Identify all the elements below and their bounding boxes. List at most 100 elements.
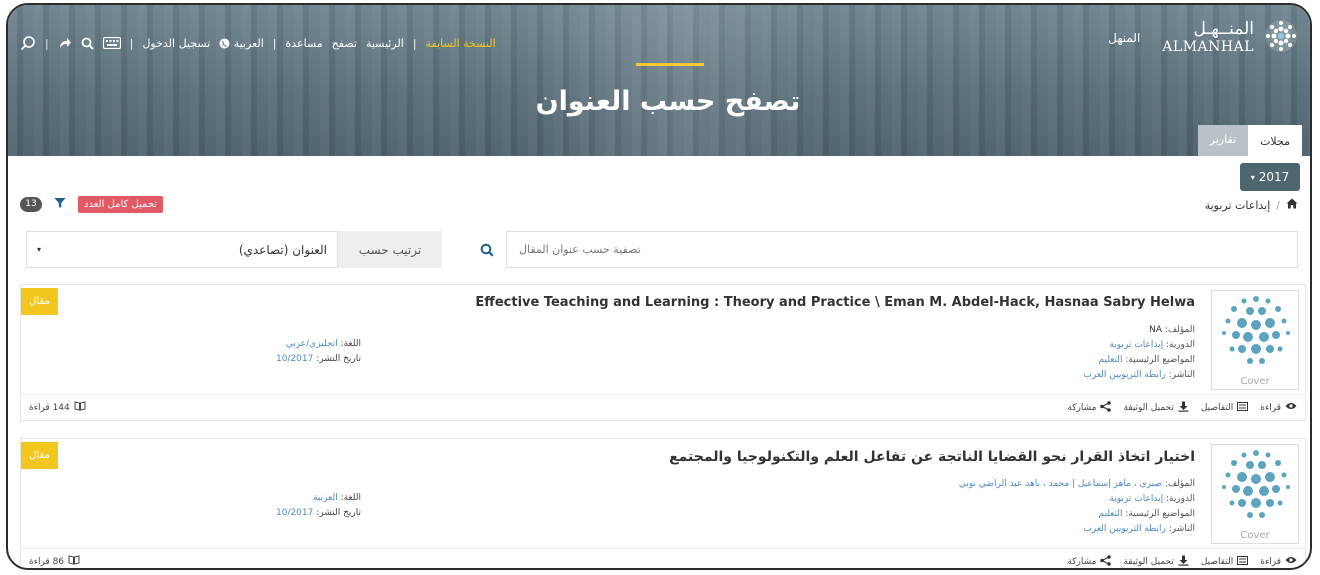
nav-login[interactable]: تسجيل الدخول [142,37,210,50]
nav-language[interactable]: العربية [219,37,264,50]
search-icon[interactable] [81,37,94,50]
nav-home[interactable]: الرئيسية [366,37,404,50]
language-row: اللغة: انجليزي/عربي [141,337,361,352]
home-icon[interactable] [1286,198,1298,212]
sort-value: العنوان (تصاعدي) [238,242,327,257]
journal-row: الدورية: إبداعات تربوية [675,492,1195,507]
caret-down-icon: ▾ [1250,172,1255,182]
details-icon [1237,401,1249,414]
download-button[interactable]: تحميل الوثيقة [1123,555,1189,569]
nav-previous-version[interactable]: النسخة السابقة [426,37,496,50]
keyboard-icon[interactable] [102,37,121,49]
read-count-value: 86 قراءة [29,556,65,567]
sort-select[interactable]: ▾ العنوان (تصاعدي) [26,231,338,268]
article-footer: 86 قراءة قراءة التفاصيل تحميل الوثيقة مش… [21,548,1305,569]
brand-home-link[interactable]: المنهل [1108,31,1140,45]
pubdate-link[interactable]: 10/2017 [276,508,313,518]
article-meta-secondary: اللغة: العربية تاريخ النشر: 10/2017 [141,491,361,521]
article-card: مقال Cover اختيار اتخاذ القرار نحو القضا… [20,438,1306,569]
cover-label: Cover [1240,376,1270,387]
article-cover-image[interactable]: Cover [1211,290,1299,390]
journal-label: الدورية: [1165,340,1195,350]
caret-down-icon: ▾ [37,245,42,254]
subjects-label: المواضيع الرئيسية: [1125,355,1195,365]
nav-help[interactable]: مساعدة [286,37,323,50]
author-link[interactable]: صبري ، ماهر إسماعيل | محمد ، ناهد عبد ال… [959,479,1162,489]
author-value: NA [1149,325,1162,335]
sort-control: ▾ العنوان (تصاعدي) ترتيب حسب [26,231,442,268]
read-count: 144 قراءة [29,401,86,414]
language-link[interactable]: انجليزي/عربي [286,339,338,349]
download-full-issue-button[interactable]: تحميل كامل العدد [78,196,164,213]
article-meta-secondary: اللغة: انجليزي/عربي تاريخ النشر: 10/2017 [141,337,361,367]
subjects-row: المواضيع الرئيسية: التعليم [675,507,1195,522]
publisher-row: الناشر: رابطة التربويين العرب [675,368,1195,383]
eye-icon [1285,556,1297,567]
pubdate-link[interactable]: 10/2017 [276,354,313,364]
sort-label: ترتيب حسب [338,231,442,268]
search-icon[interactable] [476,239,498,261]
read-button[interactable]: قراءة [1260,556,1297,567]
breadcrumb-current[interactable]: إبداعات تربوية [1205,199,1271,212]
pubdate-row: تاريخ النشر: 10/2017 [141,506,361,521]
eye-icon [1285,402,1297,413]
share-button[interactable]: مشاركة [1067,554,1112,569]
share-icon [1100,400,1112,415]
publisher-link[interactable]: رابطة التربويين العرب [1083,370,1165,380]
cover-label: Cover [1240,530,1270,541]
share-button[interactable]: مشاركة [1067,400,1112,415]
read-button[interactable]: قراءة [1260,402,1297,413]
tab-journals[interactable]: مجلات [1248,125,1302,156]
share-icon [1100,554,1112,569]
share-arrow-icon[interactable] [58,36,72,50]
nav-divider: | [129,36,134,50]
journal-link[interactable]: إبداعات تربوية [1109,494,1163,504]
read-button-label: قراءة [1260,556,1281,567]
breadcrumb: / إبداعات تربوية [1205,198,1298,212]
brand: المنهل المنــهـل ALMANHAL [1108,19,1298,56]
book-icon [68,555,80,568]
download-button[interactable]: تحميل الوثيقة [1123,401,1189,415]
globe-icon [219,38,230,49]
article-search-input[interactable]: تصفية حسب عنوان المقال [506,231,1298,268]
read-count: 86 قراءة [29,555,80,568]
article-cover-image[interactable]: Cover [1211,444,1299,544]
details-button[interactable]: التفاصيل [1200,401,1249,414]
hero-banner: | | تسجيل الدخول العربية | مساعدة تصفح ا… [8,5,1310,156]
publisher-link[interactable]: رابطة التربويين العرب [1083,524,1165,534]
breadcrumb-separator: / [1276,198,1280,212]
share-button-label: مشاركة [1067,556,1097,567]
details-icon [1237,555,1249,568]
almanhal-logo-icon[interactable] [1264,19,1298,56]
details-button-label: التفاصيل [1200,556,1234,567]
language-link[interactable]: العربية [313,493,338,503]
language-row: اللغة: العربية [141,491,361,506]
nav-browse[interactable]: تصفح [332,37,357,50]
filter-icon[interactable] [54,197,66,212]
journal-link[interactable]: إبداعات تربوية [1109,340,1163,350]
subject-link[interactable]: التعليم [1098,355,1122,365]
search-icon[interactable] [20,35,36,51]
article-meta: المؤلف: NA الدورية: إبداعات تربوية الموا… [675,323,1195,383]
year-dropdown-label: 2017 [1258,170,1290,184]
article-title[interactable]: اختيار اتخاذ القرار نحو القضايا الناتجة … [195,449,1195,465]
details-button-label: التفاصيل [1200,402,1234,413]
results-tools: 13 تحميل كامل العدد [20,196,164,213]
nav-divider: | [412,36,417,50]
author-label: المؤلف: [1164,325,1195,335]
pubdate-row: تاريخ النشر: 10/2017 [141,352,361,367]
nav-language-label: العربية [233,36,264,50]
journal-row: الدورية: إبداعات تربوية [675,338,1195,353]
nav-divider: | [45,36,49,50]
subject-link[interactable]: التعليم [1098,509,1122,519]
tab-reports[interactable]: تقارير [1197,125,1249,156]
language-label: اللغة: [340,339,361,349]
details-button[interactable]: التفاصيل [1200,555,1249,568]
article-title[interactable]: Effective Teaching and Learning : Theory… [195,295,1195,310]
read-button-label: قراءة [1260,402,1281,413]
logo-text[interactable]: المنــهـل ALMANHAL [1162,21,1254,55]
author-row: المؤلف: NA [675,323,1195,338]
page-title: تصفح حسب العنوان [535,86,801,117]
year-dropdown[interactable]: ▾ 2017 [1240,163,1300,191]
article-actions: قراءة التفاصيل تحميل الوثيقة مشاركة [1067,554,1297,569]
